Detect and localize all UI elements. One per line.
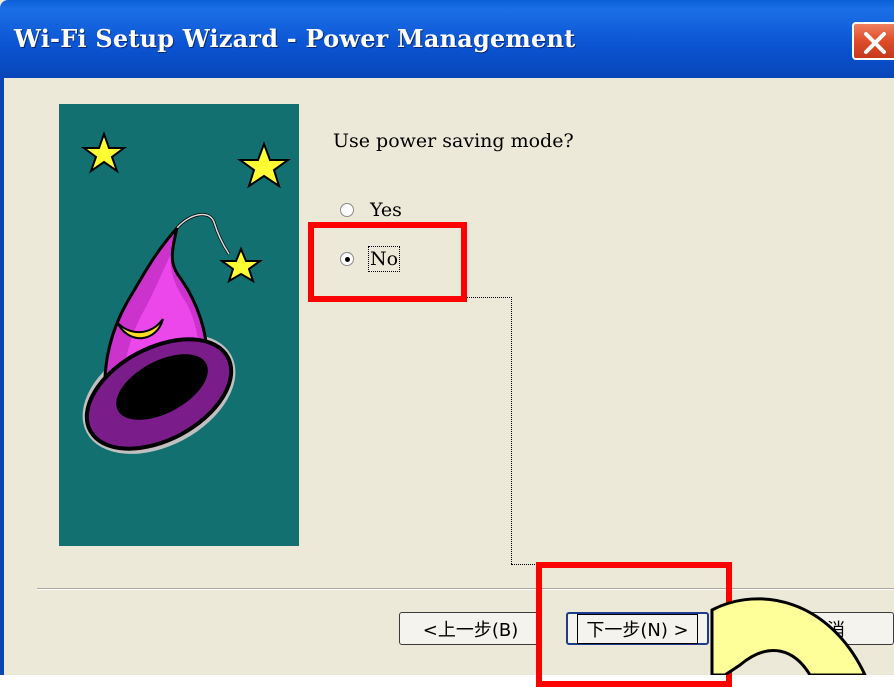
cancel-button[interactable]: 消 [733, 612, 894, 645]
callout-connector [511, 297, 512, 564]
wizard-window: Wi-Fi Setup Wizard - Power Management Us… [0, 0, 894, 687]
star-icon [236, 141, 292, 189]
title-bar: Wi-Fi Setup Wizard - Power Management [0, 0, 894, 78]
wizard-hat-illustration [81, 131, 292, 454]
footer-separator [37, 588, 894, 590]
window-frame [0, 78, 4, 675]
star-icon [81, 131, 127, 174]
close-icon [864, 32, 886, 54]
back-button[interactable]: <上一步(B) [399, 612, 542, 645]
radio-button-icon[interactable] [340, 203, 354, 217]
wizard-art-panel [59, 104, 299, 546]
radio-yes-label[interactable]: Yes [370, 199, 402, 221]
power-saving-question: Use power saving mode? [333, 130, 574, 152]
highlight-box-next-button [536, 562, 732, 687]
close-button[interactable] [852, 22, 894, 60]
callout-connector [466, 297, 512, 298]
highlight-box-no-option [308, 222, 467, 302]
window-title: Wi-Fi Setup Wizard - Power Management [14, 24, 576, 53]
